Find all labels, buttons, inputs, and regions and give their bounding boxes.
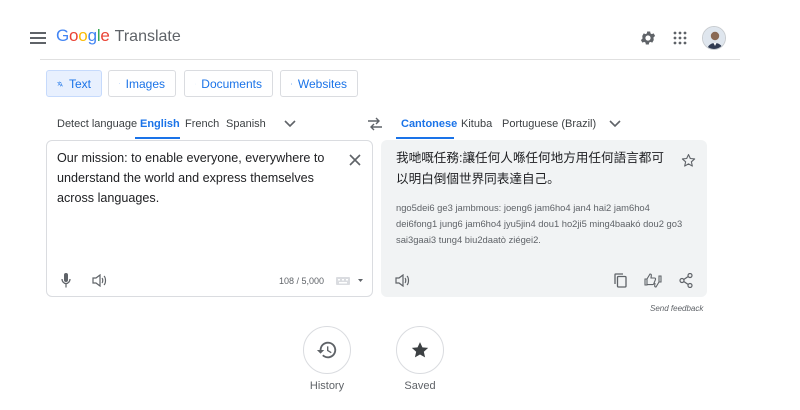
mode-label: Documents (201, 76, 262, 91)
google-translate-logo[interactable]: Google Translate (56, 26, 181, 50)
logo-google: Google (56, 26, 110, 45)
source-lang-french[interactable]: French (185, 116, 219, 132)
target-lang-cantonese[interactable]: Cantonese (401, 116, 457, 132)
header-divider (40, 59, 740, 60)
mode-websites-button[interactable]: Websites (280, 70, 358, 97)
microphone-icon[interactable] (56, 270, 76, 290)
translation-output-text: 我哋嘅任務:讓任何人喺任何地方用任何語言都可以明白倒個世界同表達自己。 (396, 151, 664, 186)
gear-icon[interactable] (636, 26, 660, 50)
mode-text-button[interactable]: Text (46, 70, 102, 97)
history-button[interactable] (303, 326, 351, 374)
mode-documents-button[interactable]: Documents (184, 70, 273, 97)
mode-label: Images (125, 76, 165, 91)
saved-label: Saved (404, 380, 436, 392)
clear-source-text-icon[interactable] (345, 150, 365, 170)
swap-languages-icon[interactable] (364, 113, 386, 135)
history-icon (316, 341, 337, 359)
translation-romanization: ngo5dei6 ge3 jambmous: joeng6 jam6ho4 ja… (396, 202, 683, 245)
target-lang-chevron-down-icon[interactable] (605, 114, 625, 134)
keyboard-icon[interactable] (334, 274, 366, 288)
apps-grid-icon[interactable] (668, 26, 692, 50)
source-text-input[interactable]: Our mission: to enable everyone, everywh… (57, 148, 337, 208)
target-lang-portuguese-brazil[interactable]: Portuguese (Brazil) (502, 116, 596, 132)
source-lang-detect[interactable]: Detect language (57, 116, 137, 132)
source-lang-underline (135, 137, 180, 139)
copy-translation-icon[interactable] (610, 270, 630, 290)
target-listen-speaker-icon[interactable] (392, 270, 412, 290)
rate-translation-icon[interactable] (642, 270, 664, 290)
character-counter: 108 / 5,000 (279, 276, 325, 286)
save-translation-star-icon[interactable] (677, 150, 699, 170)
target-lang-kituba[interactable]: Kituba (461, 116, 492, 132)
saved-button[interactable] (396, 326, 444, 374)
target-lang-underline (396, 137, 454, 139)
mode-label: Text (68, 76, 91, 91)
image-icon (119, 83, 120, 84)
source-lang-chevron-down-icon[interactable] (280, 114, 300, 134)
website-icon (291, 83, 292, 84)
user-avatar[interactable] (702, 26, 726, 50)
history-label: History (309, 380, 345, 392)
mode-images-button[interactable]: Images (108, 70, 176, 97)
send-feedback-link[interactable]: Send feedback (650, 304, 703, 313)
translate-icon (57, 81, 63, 86)
star-icon (411, 342, 429, 358)
mode-label: Websites (297, 76, 347, 91)
source-lang-spanish[interactable]: Spanish (226, 116, 266, 132)
source-listen-speaker-icon[interactable] (89, 270, 109, 290)
logo-translate: Translate (114, 28, 181, 45)
hamburger-menu-icon[interactable] (26, 26, 50, 50)
share-translation-icon[interactable] (676, 270, 696, 290)
source-lang-english[interactable]: English (140, 116, 180, 132)
